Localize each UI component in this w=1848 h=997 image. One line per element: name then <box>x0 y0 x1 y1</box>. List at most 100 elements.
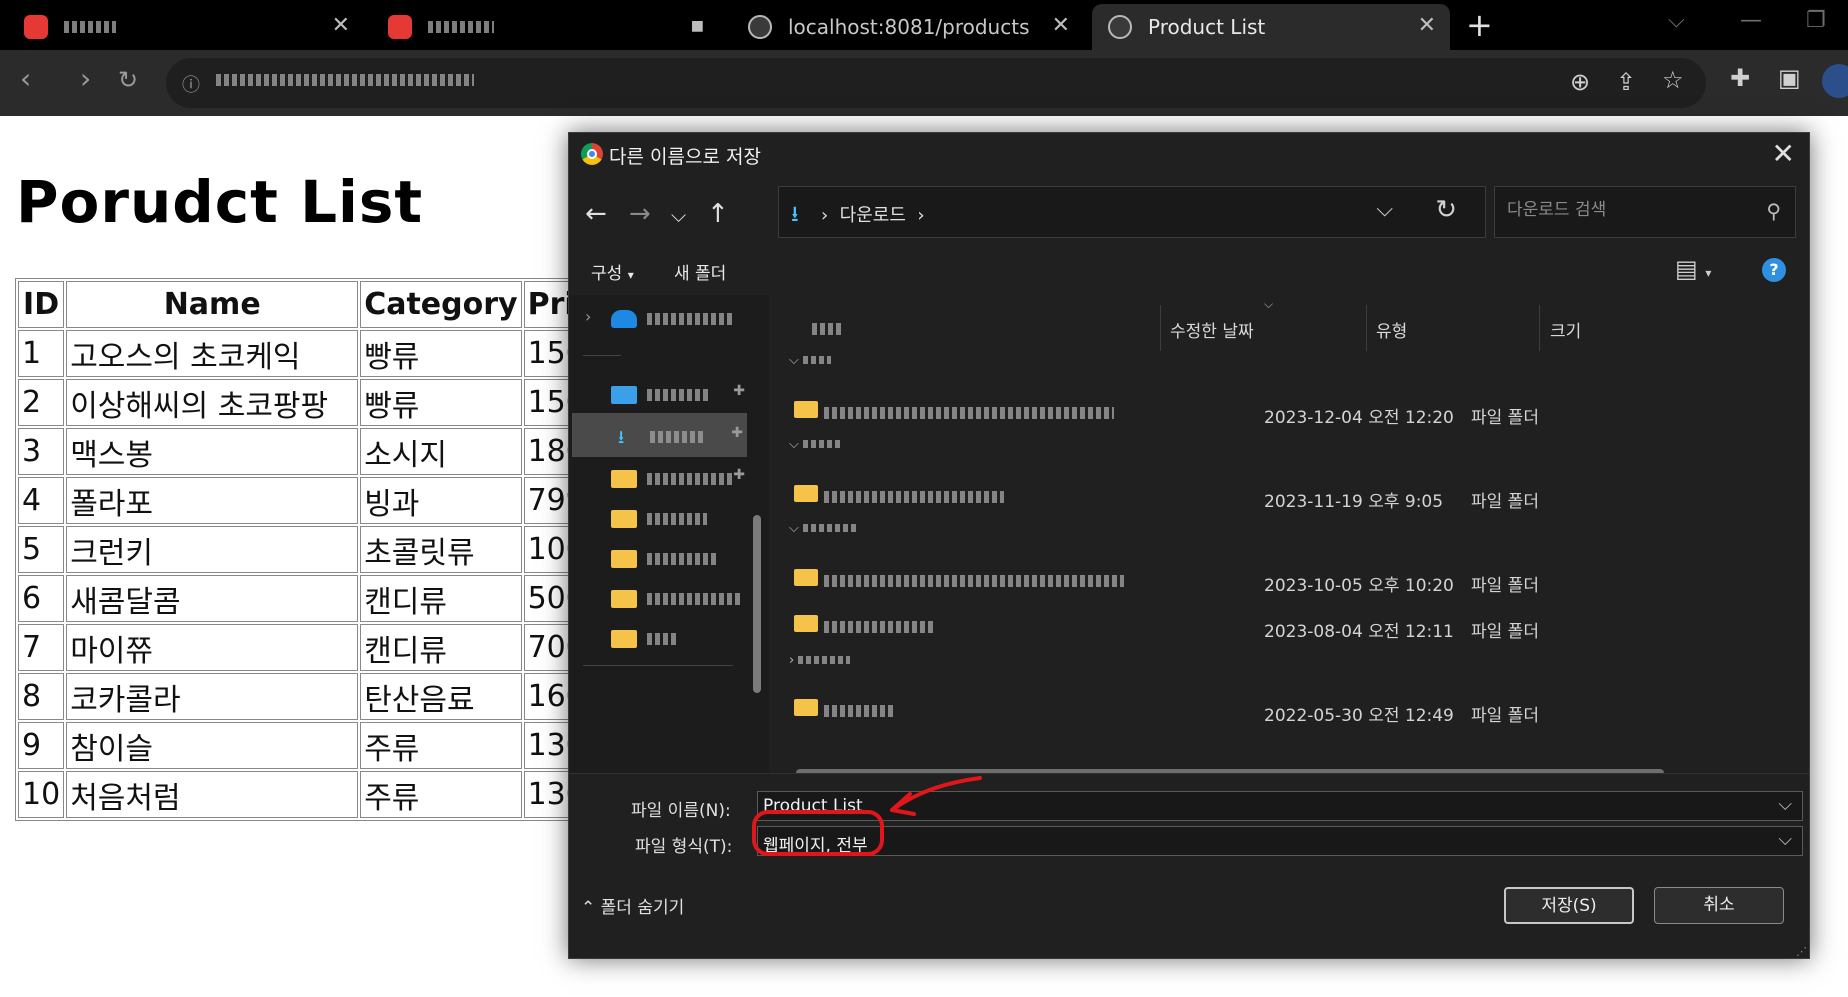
maximize-icon[interactable]: ❐ <box>1806 8 1826 33</box>
filetype-select[interactable]: 웹페이지, 전부 ⌵ <box>757 826 1803 856</box>
hide-folders-toggle[interactable]: ⌃ 폴더 숨기기 <box>581 893 684 918</box>
share-icon[interactable]: ⇪ <box>1616 68 1636 96</box>
help-icon[interactable]: ? <box>1762 258 1786 282</box>
tab-close-icon[interactable]: ✕ <box>1052 13 1070 38</box>
back-icon[interactable]: ‹ <box>20 62 31 95</box>
column-header-size[interactable]: 크기 <box>1550 317 1581 342</box>
file-row[interactable]: 2023-10-05 오후 10:20 파일 폴더 <box>794 561 1694 597</box>
view-options-icon[interactable]: ▤ ▾ <box>1675 255 1711 283</box>
cell-id: 8 <box>18 673 65 720</box>
group-header[interactable]: ⌵ <box>789 353 831 368</box>
chevron-up-icon: ⌃ <box>581 898 596 918</box>
refresh-icon[interactable]: ↻ <box>1435 195 1457 225</box>
nav-item-folder[interactable]: ✚ <box>579 455 749 499</box>
cell-name: 고오스의 초코케익 <box>66 330 359 377</box>
avatar[interactable] <box>1822 64 1848 98</box>
new-folder-button[interactable]: 새 폴더 <box>674 259 726 284</box>
bookmark-star-icon[interactable]: ☆ <box>1662 66 1684 94</box>
tab-2[interactable]: ■ <box>388 4 718 50</box>
nav-label-redacted <box>647 593 743 605</box>
nav-item-folder[interactable] <box>579 575 749 619</box>
tab-title: localhost:8081/products <box>788 15 1030 39</box>
tab-unsaved-dot-icon[interactable]: ■ <box>691 18 704 34</box>
file-modified: 2023-10-05 오후 10:20 <box>1264 576 1454 596</box>
organize-button[interactable]: 구성 ▾ <box>591 259 634 284</box>
reload-icon[interactable]: ↻ <box>118 66 138 94</box>
file-name-redacted <box>824 621 934 633</box>
cell-category: 탄산음료 <box>360 673 522 720</box>
column-header-name-redacted[interactable] <box>812 323 844 335</box>
save-button[interactable]: 저장(S) <box>1504 887 1634 924</box>
path-dropdown-chevron-icon[interactable]: ⌵ <box>1376 197 1393 222</box>
dialog-close-button[interactable]: ✕ <box>1772 137 1795 170</box>
pin-icon[interactable]: ✚ <box>733 467 745 483</box>
chevron-down-icon[interactable]: ⌵ <box>1778 794 1792 815</box>
nav-pane-scrollbar[interactable] <box>753 515 761 693</box>
forward-icon[interactable]: › <box>80 62 91 95</box>
navigation-pane: › ✚ ⭳ ✚ ✚ <box>569 295 769 773</box>
column-separator[interactable] <box>1366 305 1367 351</box>
search-input[interactable] <box>1507 200 1747 220</box>
cell-id: 5 <box>18 526 65 573</box>
tab-1[interactable]: ✕ <box>24 4 364 50</box>
zoom-icon[interactable]: ⊕ <box>1570 68 1590 96</box>
group-header[interactable]: ⌵ <box>789 521 857 536</box>
nav-label-redacted <box>647 313 733 325</box>
nav-item-desktop[interactable]: ✚ <box>579 371 749 415</box>
cell-name: 새콤달콤 <box>66 575 359 622</box>
extensions-icon[interactable]: ✚ <box>1730 64 1750 92</box>
folder-icon <box>611 470 637 488</box>
tab-close-icon[interactable]: ✕ <box>1418 13 1436 38</box>
breadcrumb[interactable]: › 다운로드 › <box>821 201 925 227</box>
file-row[interactable]: 2022-05-30 오전 12:49 파일 폴더 <box>794 691 1694 727</box>
tab-search-chevron-icon[interactable]: ⌵ <box>1668 8 1685 33</box>
tab-product-list[interactable]: Product List ✕ <box>1092 4 1450 50</box>
nav-item-folder[interactable] <box>579 615 749 659</box>
pin-icon[interactable]: ✚ <box>733 383 745 399</box>
page-title: Porudct List <box>16 168 424 236</box>
folder-path-bar[interactable]: ⭳ › 다운로드 › ⌵ ↻ <box>778 186 1486 238</box>
cell-name: 이상해씨의 초코팡팡 <box>66 379 359 426</box>
breadcrumb-downloads[interactable]: 다운로드 <box>840 205 906 226</box>
cell-name: 폴라포 <box>66 477 359 524</box>
new-tab-button[interactable]: + <box>1466 6 1493 44</box>
cell-category: 빵류 <box>360 379 522 426</box>
file-row[interactable]: 2023-12-04 오전 12:20 파일 폴더 <box>794 393 1694 429</box>
nav-item-folder[interactable] <box>579 535 749 579</box>
group-header[interactable]: ⌵ <box>789 437 843 452</box>
minimize-icon[interactable]: — <box>1740 8 1762 33</box>
tab-title-redacted <box>428 21 494 33</box>
chevron-down-icon[interactable]: ⌵ <box>1778 829 1792 850</box>
nav-label-redacted <box>647 513 707 525</box>
forward-arrow-icon[interactable]: → <box>629 199 651 229</box>
side-panel-icon[interactable]: ▣ <box>1778 64 1801 92</box>
file-row[interactable]: 2023-11-19 오후 9:05 파일 폴더 <box>794 477 1694 513</box>
command-bar: 구성 ▾ 새 폴더 ▤ ▾ ? <box>569 251 1809 295</box>
pin-icon[interactable]: ✚ <box>731 425 743 441</box>
column-header-type[interactable]: 유형 <box>1376 317 1407 342</box>
group-header[interactable]: › <box>789 653 851 668</box>
file-row[interactable]: 2023-08-04 오전 12:11 파일 폴더 <box>794 607 1694 643</box>
column-separator[interactable] <box>1539 305 1540 351</box>
folder-search[interactable]: ⚲ <box>1494 186 1796 238</box>
column-header-modified[interactable]: 수정한 날짜 <box>1170 317 1254 342</box>
nav-item-folder[interactable] <box>579 495 749 539</box>
dialog-titlebar[interactable]: 다른 이름으로 저장 ✕ <box>569 133 1809 175</box>
site-info-icon[interactable]: ⓘ <box>182 71 200 97</box>
cell-category: 소시지 <box>360 428 522 475</box>
back-arrow-icon[interactable]: ← <box>585 199 607 229</box>
cancel-button[interactable]: 취소 <box>1654 887 1784 924</box>
tab-localhost-products[interactable]: localhost:8081/products ✕ <box>748 4 1084 50</box>
hide-folders-label: 폴더 숨기기 <box>600 898 685 918</box>
folder-icon <box>611 590 637 608</box>
nav-item-downloads[interactable]: ⭳ ✚ <box>572 413 747 457</box>
address-bar[interactable]: ⓘ ⊕ ⇪ ☆ <box>166 58 1706 108</box>
column-separator[interactable] <box>1160 305 1161 351</box>
recent-locations-chevron-icon[interactable]: ⌵ <box>671 203 686 227</box>
file-name-redacted <box>824 407 1114 419</box>
nav-item-onedrive[interactable] <box>579 295 749 339</box>
cell-id: 1 <box>18 330 65 377</box>
resize-grip-icon[interactable]: ⋰ <box>1796 945 1807 958</box>
tab-close-icon[interactable]: ✕ <box>332 13 350 38</box>
up-arrow-icon[interactable]: ↑ <box>707 199 729 229</box>
